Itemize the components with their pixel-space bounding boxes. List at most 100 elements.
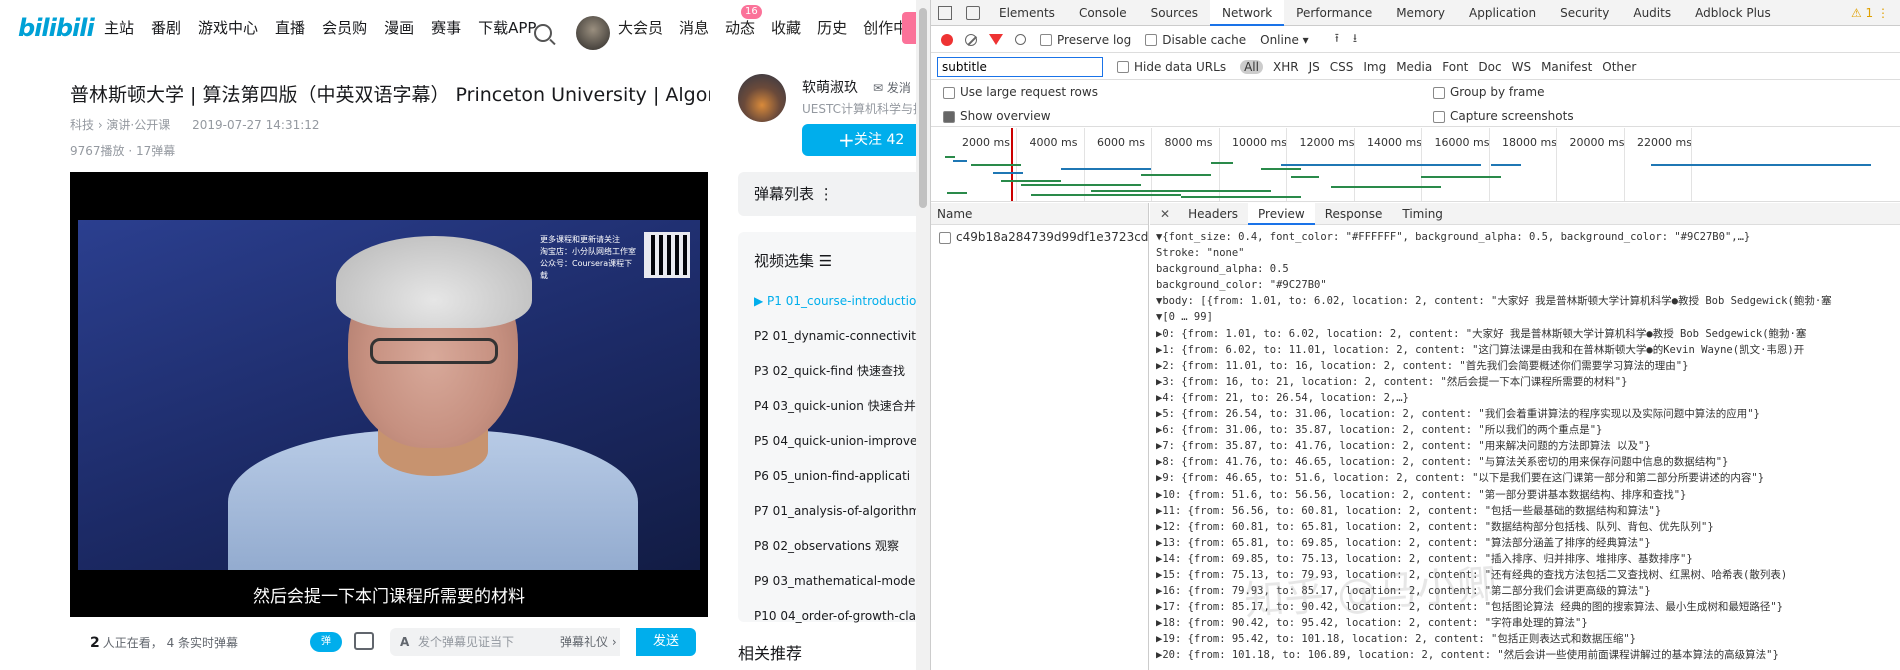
preserve-log-checkbox[interactable] <box>1040 33 1052 46</box>
episode-item[interactable]: P2 01_dynamic-connectivit <box>754 319 916 354</box>
json-line[interactable]: ▼[0 … 99] <box>1156 309 1900 325</box>
json-line[interactable]: ▶4: {from: 21, to: 26.54, location: 2,…} <box>1156 390 1900 406</box>
large-rows-checkbox[interactable] <box>943 86 955 99</box>
page-scrollbar-thumb[interactable] <box>919 8 927 208</box>
episode-item[interactable]: P6 05_union-find-applicati <box>754 459 916 494</box>
show-overview-checkbox[interactable] <box>943 110 955 123</box>
json-line[interactable]: ▶19: {from: 95.42, to: 101.18, location:… <box>1156 631 1900 647</box>
nav-item-main[interactable]: 主站 <box>104 17 134 38</box>
tab-sources[interactable]: Sources <box>1139 0 1210 26</box>
clear-icon[interactable] <box>965 33 977 46</box>
nav-item-messages[interactable]: 消息 <box>679 17 709 38</box>
nav-item-download-app[interactable]: 下载APP <box>478 17 536 38</box>
nav-item-shop[interactable]: 会员购 <box>322 17 367 38</box>
tab-timing[interactable]: Timing <box>1392 203 1453 225</box>
send-message-link[interactable]: ✉ 发消 <box>873 79 911 96</box>
capture-screenshots-checkbox[interactable] <box>1433 110 1445 123</box>
tab-memory[interactable]: Memory <box>1384 0 1457 26</box>
episode-item[interactable]: P5 04_quick-union-improve <box>754 424 916 459</box>
type-filter-other[interactable]: Other <box>1602 60 1636 74</box>
group-by-frame-checkbox[interactable] <box>1433 86 1445 99</box>
json-line[interactable]: background_color: "#9C27B0" <box>1156 277 1900 293</box>
upload-button[interactable] <box>902 12 916 44</box>
json-line[interactable]: ▶8: {from: 41.76, to: 46.65, location: 2… <box>1156 454 1900 470</box>
tab-security[interactable]: Security <box>1548 0 1621 26</box>
json-line[interactable]: ▶7: {from: 35.87, to: 41.76, location: 2… <box>1156 438 1900 454</box>
user-avatar[interactable] <box>576 16 610 50</box>
json-line[interactable]: ▶9: {from: 46.65, to: 51.6, location: 2,… <box>1156 470 1900 486</box>
more-icon[interactable]: ⋮ <box>819 185 834 203</box>
episode-item[interactable]: P9 03_mathematical-model <box>754 564 916 599</box>
search-icon[interactable] <box>534 24 552 42</box>
json-line[interactable]: ▶17: {from: 85.17, to: 90.42, location: … <box>1156 599 1900 615</box>
follow-button[interactable]: + 关注 42 <box>802 124 916 156</box>
throttle-select[interactable]: Online ▾ <box>1260 33 1309 47</box>
json-line[interactable]: ▶13: {from: 65.81, to: 69.85, location: … <box>1156 535 1900 551</box>
tab-network[interactable]: Network <box>1210 0 1285 26</box>
tab-performance[interactable]: Performance <box>1284 0 1384 26</box>
json-line[interactable]: ▶2: {from: 11.01, to: 16, location: 2, c… <box>1156 358 1900 374</box>
tab-adblock-plus[interactable]: Adblock Plus <box>1683 0 1783 26</box>
nav-item-manga[interactable]: 漫画 <box>384 17 414 38</box>
nav-item-anime[interactable]: 番剧 <box>151 17 181 38</box>
danmaku-etiquette-link[interactable]: 弹幕礼仪 › <box>560 628 617 656</box>
type-filter-doc[interactable]: Doc <box>1478 60 1501 74</box>
video-frame[interactable]: 更多课程和更新请关注 淘宝店：小分队网络工作室 公众号：Coursera课程下载 <box>78 220 700 570</box>
json-line[interactable]: ▶18: {from: 90.42, to: 95.42, location: … <box>1156 615 1900 631</box>
json-line[interactable]: ▶11: {from: 56.56, to: 60.81, location: … <box>1156 503 1900 519</box>
tab-elements[interactable]: Elements <box>987 0 1067 26</box>
request-row[interactable]: c49b18a284739d99df1e3723cdf72... <box>931 225 1148 249</box>
group-by-frame-option[interactable]: Group by frame <box>1433 85 1544 99</box>
nav-item-live[interactable]: 直播 <box>275 17 305 38</box>
json-line[interactable]: ▶6: {from: 31.06, to: 35.87, location: 2… <box>1156 422 1900 438</box>
filter-icon[interactable] <box>989 34 1003 45</box>
type-filter-manifest[interactable]: Manifest <box>1541 60 1592 74</box>
json-line[interactable]: Stroke: "none" <box>1156 245 1900 261</box>
json-line[interactable]: ▶16: {from: 79.93, to: 85.17, location: … <box>1156 583 1900 599</box>
json-line[interactable]: ▼{font_size: 0.4, font_color: "#FFFFFF",… <box>1156 229 1900 245</box>
nav-item-dynamic[interactable]: 动态 16 <box>725 5 762 38</box>
nav-item-history[interactable]: 历史 <box>817 17 847 38</box>
json-line[interactable]: ▶20: {from: 101.18, to: 106.89, location… <box>1156 647 1900 663</box>
type-filter-img[interactable]: Img <box>1363 60 1386 74</box>
network-overview[interactable]: 2000 ms 4000 ms 6000 ms 8000 ms 10000 ms 1200… <box>931 128 1900 202</box>
json-line[interactable]: background_alpha: 0.5 <box>1156 261 1900 277</box>
episode-item[interactable]: P4 03_quick-union 快速合并 <box>754 389 916 424</box>
inspect-icon[interactable] <box>938 5 952 20</box>
type-filter-css[interactable]: CSS <box>1330 60 1354 74</box>
json-line[interactable]: ▶10: {from: 51.6, to: 56.56, location: 2… <box>1156 487 1900 503</box>
episode-item[interactable]: P10 04_order-of-growth-cla <box>754 599 916 634</box>
tab-application[interactable]: Application <box>1457 0 1548 26</box>
danmaku-list-panel[interactable]: 弹幕列表 ⋮ <box>738 172 916 216</box>
video-player[interactable]: 更多课程和更新请关注 淘宝店：小分队网络工作室 公众号：Coursera课程下载… <box>70 172 708 617</box>
json-line[interactable]: ▶1: {from: 6.02, to: 11.01, location: 2,… <box>1156 342 1900 358</box>
close-icon[interactable]: ✕ <box>1160 207 1170 221</box>
nav-item-favorites[interactable]: 收藏 <box>771 17 801 38</box>
device-toolbar-icon[interactable] <box>966 5 980 20</box>
large-rows-option[interactable]: Use large request rows <box>943 85 1098 99</box>
hide-data-urls-checkbox[interactable] <box>1117 60 1129 73</box>
json-line[interactable]: ▶15: {from: 75.13, to: 79.93, location: … <box>1156 567 1900 583</box>
capture-screenshots-option[interactable]: Capture screenshots <box>1433 109 1574 123</box>
json-line[interactable]: ▼body: [{from: 1.01, to: 6.02, location:… <box>1156 293 1900 309</box>
json-line[interactable]: ▶14: {from: 69.85, to: 75.13, location: … <box>1156 551 1900 567</box>
import-har-icon[interactable]: ⭱ <box>1335 29 1339 50</box>
json-line[interactable]: ▶12: {from: 60.81, to: 65.81, location: … <box>1156 519 1900 535</box>
json-line[interactable]: ▶3: {from: 16, to: 21, location: 2, cont… <box>1156 374 1900 390</box>
disable-cache-checkbox[interactable] <box>1145 33 1158 46</box>
json-line[interactable]: ▶0: {from: 1.01, to: 6.02, location: 2, … <box>1156 326 1900 342</box>
bilibili-logo[interactable]: bilibili <box>18 14 95 42</box>
show-overview-option[interactable]: Show overview <box>943 109 1051 123</box>
type-filter-font[interactable]: Font <box>1442 60 1468 74</box>
tab-console[interactable]: Console <box>1067 0 1139 26</box>
nav-item-games[interactable]: 游戏中心 <box>198 17 258 38</box>
filter-input[interactable]: subtitle <box>937 56 1103 77</box>
warning-count[interactable]: ⚠ 1 ⋮ <box>1851 6 1889 20</box>
danmaku-toggle[interactable]: 弹 <box>310 632 342 652</box>
type-filter-all[interactable]: All <box>1240 59 1263 74</box>
episode-item[interactable]: P7 01_analysis-of-algorithm <box>754 494 916 529</box>
danmaku-style-icon[interactable]: A <box>400 628 409 656</box>
episode-item[interactable]: P3 02_quick-find 快速查找 <box>754 354 916 389</box>
list-icon[interactable]: ☰ <box>819 252 832 270</box>
uploader-avatar[interactable] <box>738 74 786 122</box>
